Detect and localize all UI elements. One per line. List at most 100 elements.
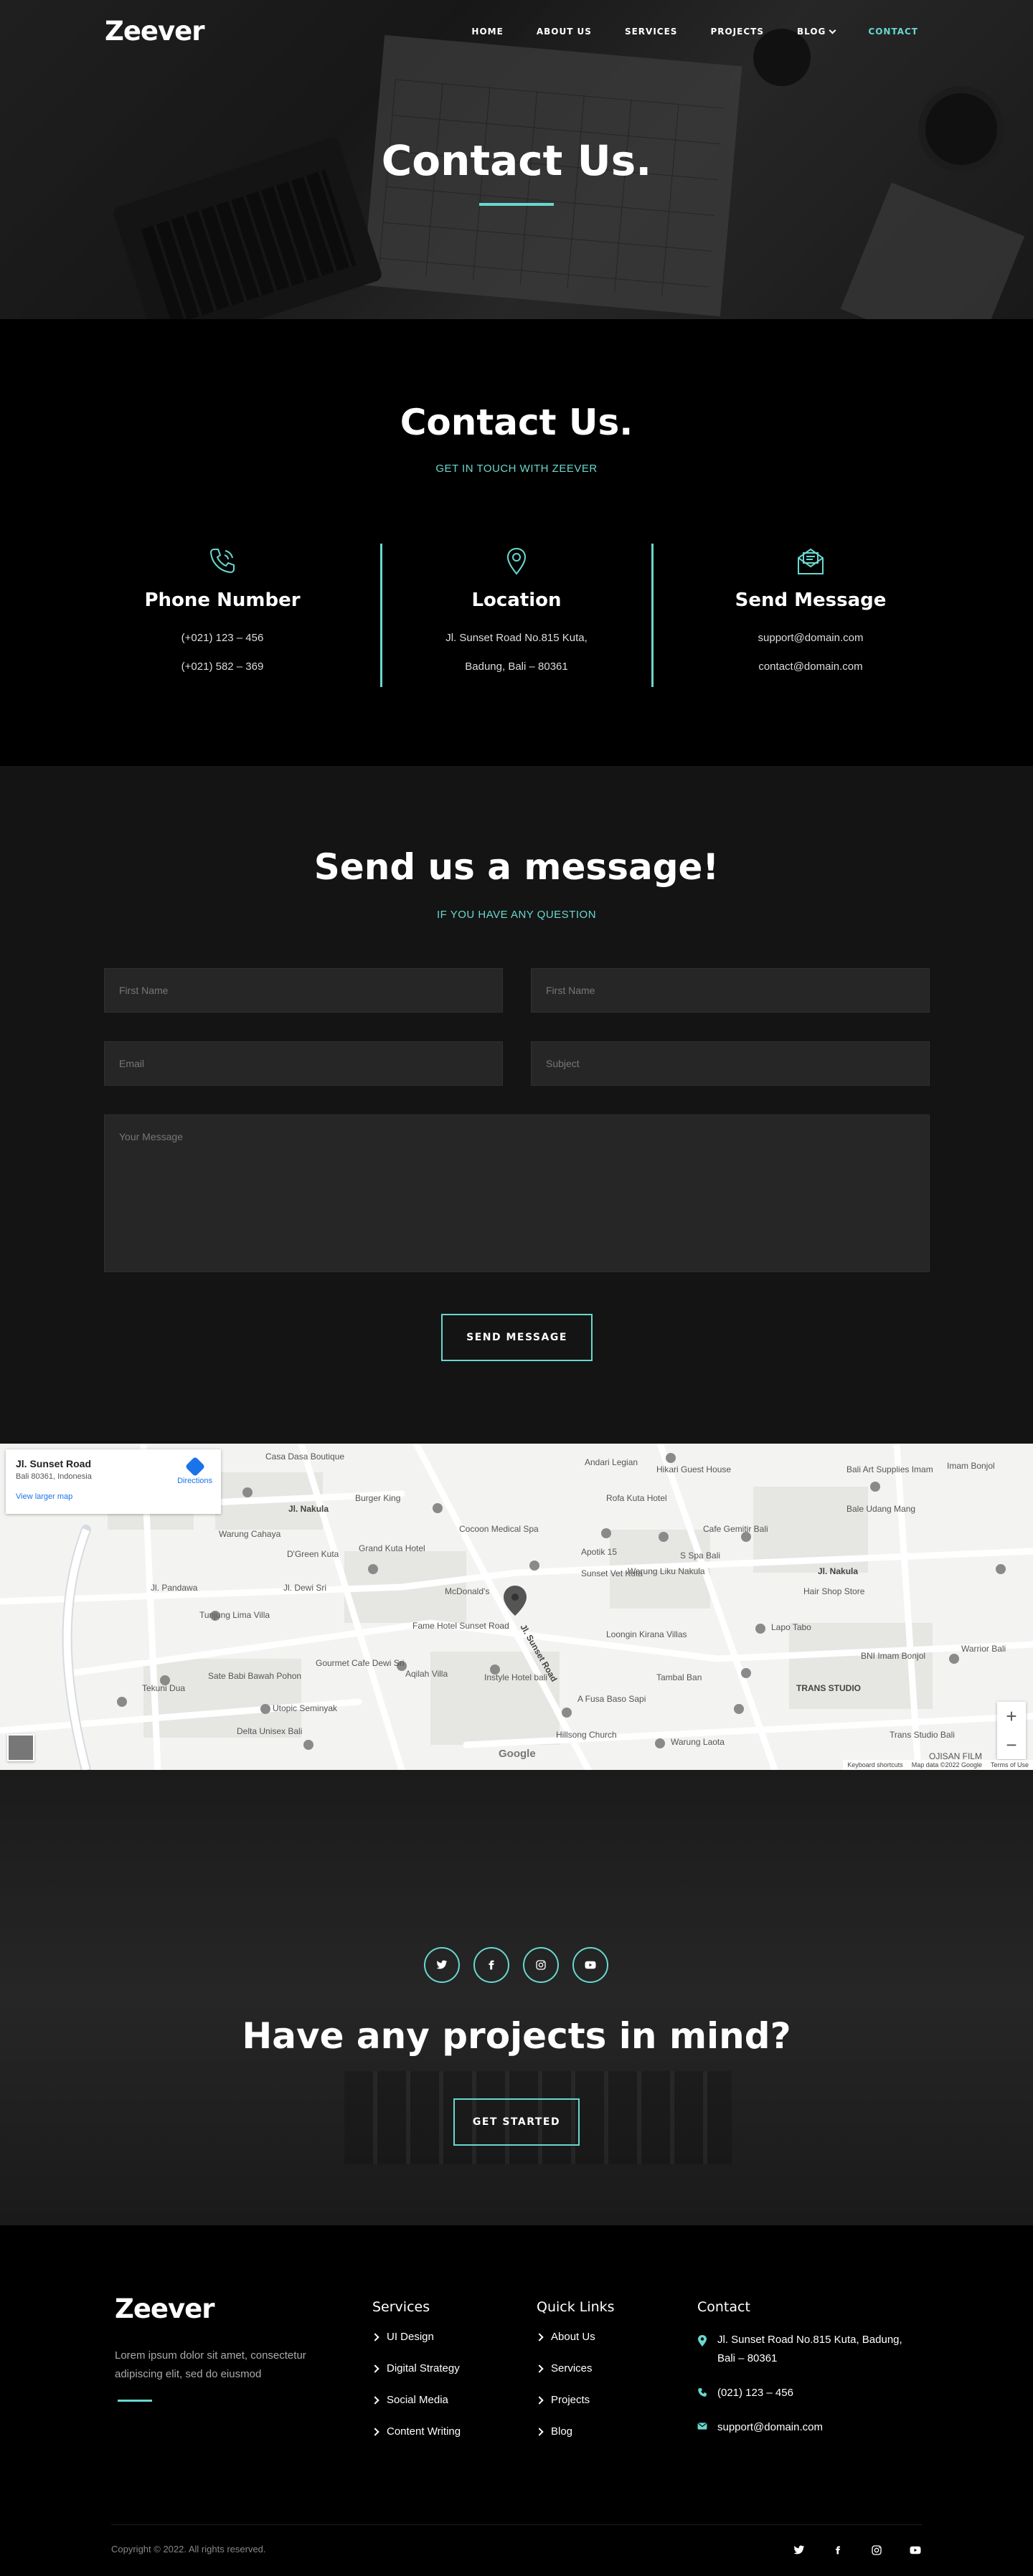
footer-logo[interactable]: Zeever	[115, 2293, 214, 2324]
svg-text:Tambal Ban: Tambal Ban	[656, 1672, 702, 1682]
email-input[interactable]: Email	[104, 1041, 503, 1086]
phone-heading: Phone Number	[144, 589, 301, 611]
svg-text:Warung Cahaya: Warung Cahaya	[219, 1529, 281, 1539]
twitter-icon	[793, 2545, 805, 2554]
footer-link-content-writing[interactable]: Content Writing	[371, 2425, 461, 2438]
chevron-right-icon	[535, 2427, 544, 2436]
svg-text:Andari Legian: Andari Legian	[585, 1457, 638, 1467]
footer-address: Jl. Sunset Road No.815 Kuta, Badung, Bal…	[697, 2331, 912, 2368]
phone-line-2[interactable]: (+021) 582 – 369	[86, 653, 359, 681]
cta-instagram-link[interactable]	[523, 1947, 559, 1983]
map-footer: Keyboard shortcuts Map data ©2022 Google…	[843, 1760, 1033, 1770]
envelope-icon	[798, 548, 824, 574]
svg-text:Jl. Nakula: Jl. Nakula	[818, 1566, 858, 1576]
footer-social-links	[793, 2544, 922, 2557]
email-line-2[interactable]: contact@domain.com	[674, 653, 947, 681]
directions-button[interactable]: Directions	[177, 1456, 212, 1485]
location-line-2: Badung, Bali – 80361	[465, 660, 568, 673]
get-started-button[interactable]: GET STARTED	[453, 2098, 580, 2146]
footer-youtube-link[interactable]	[909, 2544, 922, 2557]
form-title: Send us a message!	[313, 846, 720, 888]
site-logo[interactable]: Zeever	[105, 16, 204, 47]
cta-twitter-link[interactable]	[424, 1947, 460, 1983]
directions-icon	[184, 1456, 205, 1477]
google-logo: Google	[499, 1748, 536, 1760]
subject-input[interactable]: Subject	[531, 1041, 930, 1086]
send-message-heading: Send Message	[735, 589, 887, 611]
location-line-1: Jl. Sunset Road No.815 Kuta,	[445, 632, 588, 644]
zoom-out-button[interactable]: −	[997, 1730, 1026, 1759]
svg-text:Jl. Pandawa: Jl. Pandawa	[151, 1583, 198, 1593]
svg-text:Fame Hotel Sunset Road: Fame Hotel Sunset Road	[412, 1621, 509, 1631]
footer-accent-line	[118, 2400, 152, 2402]
svg-text:Utopic Seminyak: Utopic Seminyak	[273, 1703, 338, 1713]
location-pin-icon	[698, 2335, 707, 2347]
cta-title: Have any projects in mind?	[242, 2015, 791, 2057]
cta-youtube-link[interactable]	[572, 1947, 608, 1983]
chevron-right-icon	[371, 2332, 379, 2341]
footer-link-projects[interactable]: Projects	[535, 2394, 615, 2406]
footer-services-heading: Services	[372, 2299, 430, 2315]
nav-about-us[interactable]: ABOUT US	[537, 27, 592, 37]
zoom-in-button[interactable]: +	[997, 1702, 1026, 1730]
footer-link-social-media[interactable]: Social Media	[371, 2394, 461, 2406]
footer-contact-heading: Contact	[697, 2299, 750, 2315]
first-name-input[interactable]: First Name	[104, 968, 503, 1013]
chevron-right-icon	[535, 2395, 544, 2405]
footer-link-blog[interactable]: Blog	[535, 2425, 615, 2438]
twitter-icon	[436, 1960, 448, 1969]
cta-section	[0, 1770, 1033, 2225]
phone-line-1[interactable]: (+021) 123 – 456	[86, 624, 359, 653]
nav-blog[interactable]: BLOG	[797, 27, 836, 37]
footer-facebook-link[interactable]	[831, 2544, 844, 2557]
nav-projects[interactable]: PROJECTS	[710, 27, 764, 37]
svg-text:Sunset Vet Kuta: Sunset Vet Kuta	[581, 1568, 643, 1578]
contact-info-section	[0, 319, 1033, 766]
svg-text:Apotik 15: Apotik 15	[581, 1547, 617, 1557]
terms-of-use-link[interactable]: Terms of Use	[991, 1761, 1029, 1768]
svg-text:TRANS STUDIO: TRANS STUDIO	[796, 1683, 861, 1693]
svg-text:Gourmet Cafe Dewi Sri: Gourmet Cafe Dewi Sri	[316, 1658, 404, 1668]
svg-text:Sate Babi Bawah Pohon: Sate Babi Bawah Pohon	[208, 1671, 301, 1681]
svg-text:Rofa Kuta Hotel: Rofa Kuta Hotel	[606, 1493, 667, 1503]
footer-link-about-us[interactable]: About Us	[535, 2331, 615, 2343]
cta-facebook-link[interactable]	[473, 1947, 509, 1983]
footer-services: Services UI Design Digital Strategy Soci…	[371, 2299, 461, 2457]
svg-text:Burger King: Burger King	[355, 1493, 400, 1503]
phone-icon	[209, 549, 235, 574]
top-navigation: Zeever HOME ABOUT US SERVICES PROJECTS B…	[0, 0, 1033, 65]
footer-instagram-link[interactable]	[870, 2544, 883, 2557]
footer-quick-links-heading: Quick Links	[537, 2299, 615, 2315]
nav-home[interactable]: HOME	[471, 27, 503, 37]
message-textarea[interactable]: Your Message	[104, 1114, 930, 1272]
footer-email[interactable]: support@domain.com	[697, 2418, 912, 2437]
footer-twitter-link[interactable]	[793, 2544, 806, 2557]
footer-link-services[interactable]: Services	[535, 2362, 615, 2374]
last-name-input[interactable]: First Name	[531, 968, 930, 1013]
view-larger-map-link[interactable]: View larger map	[16, 1492, 211, 1501]
svg-text:Lapo Tabo: Lapo Tabo	[771, 1622, 811, 1632]
youtube-icon	[910, 2546, 921, 2554]
phone-icon	[698, 2388, 707, 2397]
map-layer-toggle[interactable]	[7, 1734, 34, 1761]
location-map[interactable]: Casa Dasa Boutique Andari Legian Hikari …	[0, 1444, 1033, 1770]
svg-text:Imam Bonjol: Imam Bonjol	[947, 1461, 995, 1471]
email-line-1[interactable]: support@domain.com	[674, 624, 947, 653]
nav-contact[interactable]: CONTACT	[868, 27, 918, 37]
send-message-button[interactable]: SEND MESSAGE	[441, 1314, 593, 1361]
location-column: Location Jl. Sunset Road No.815 Kuta, Ba…	[380, 545, 653, 681]
svg-text:Aqilah Villa: Aqilah Villa	[405, 1669, 448, 1679]
footer-phone[interactable]: (021) 123 – 456	[697, 2384, 912, 2402]
chevron-down-icon	[829, 27, 836, 34]
svg-text:Warung Laota: Warung Laota	[671, 1737, 725, 1747]
facebook-icon	[836, 2546, 840, 2554]
keyboard-shortcuts-link[interactable]: Keyboard shortcuts	[847, 1761, 903, 1768]
facebook-icon	[489, 1960, 494, 1970]
map-place-card: Jl. Sunset Road Bali 80361, Indonesia Vi…	[6, 1449, 221, 1514]
envelope-icon	[697, 2423, 707, 2430]
nav-services[interactable]: SERVICES	[625, 27, 677, 37]
footer-link-ui-design[interactable]: UI Design	[371, 2331, 461, 2343]
map-data-text: Map data ©2022 Google	[911, 1761, 982, 1768]
svg-text:Hair Shop Store: Hair Shop Store	[803, 1586, 865, 1596]
footer-link-digital-strategy[interactable]: Digital Strategy	[371, 2362, 461, 2374]
